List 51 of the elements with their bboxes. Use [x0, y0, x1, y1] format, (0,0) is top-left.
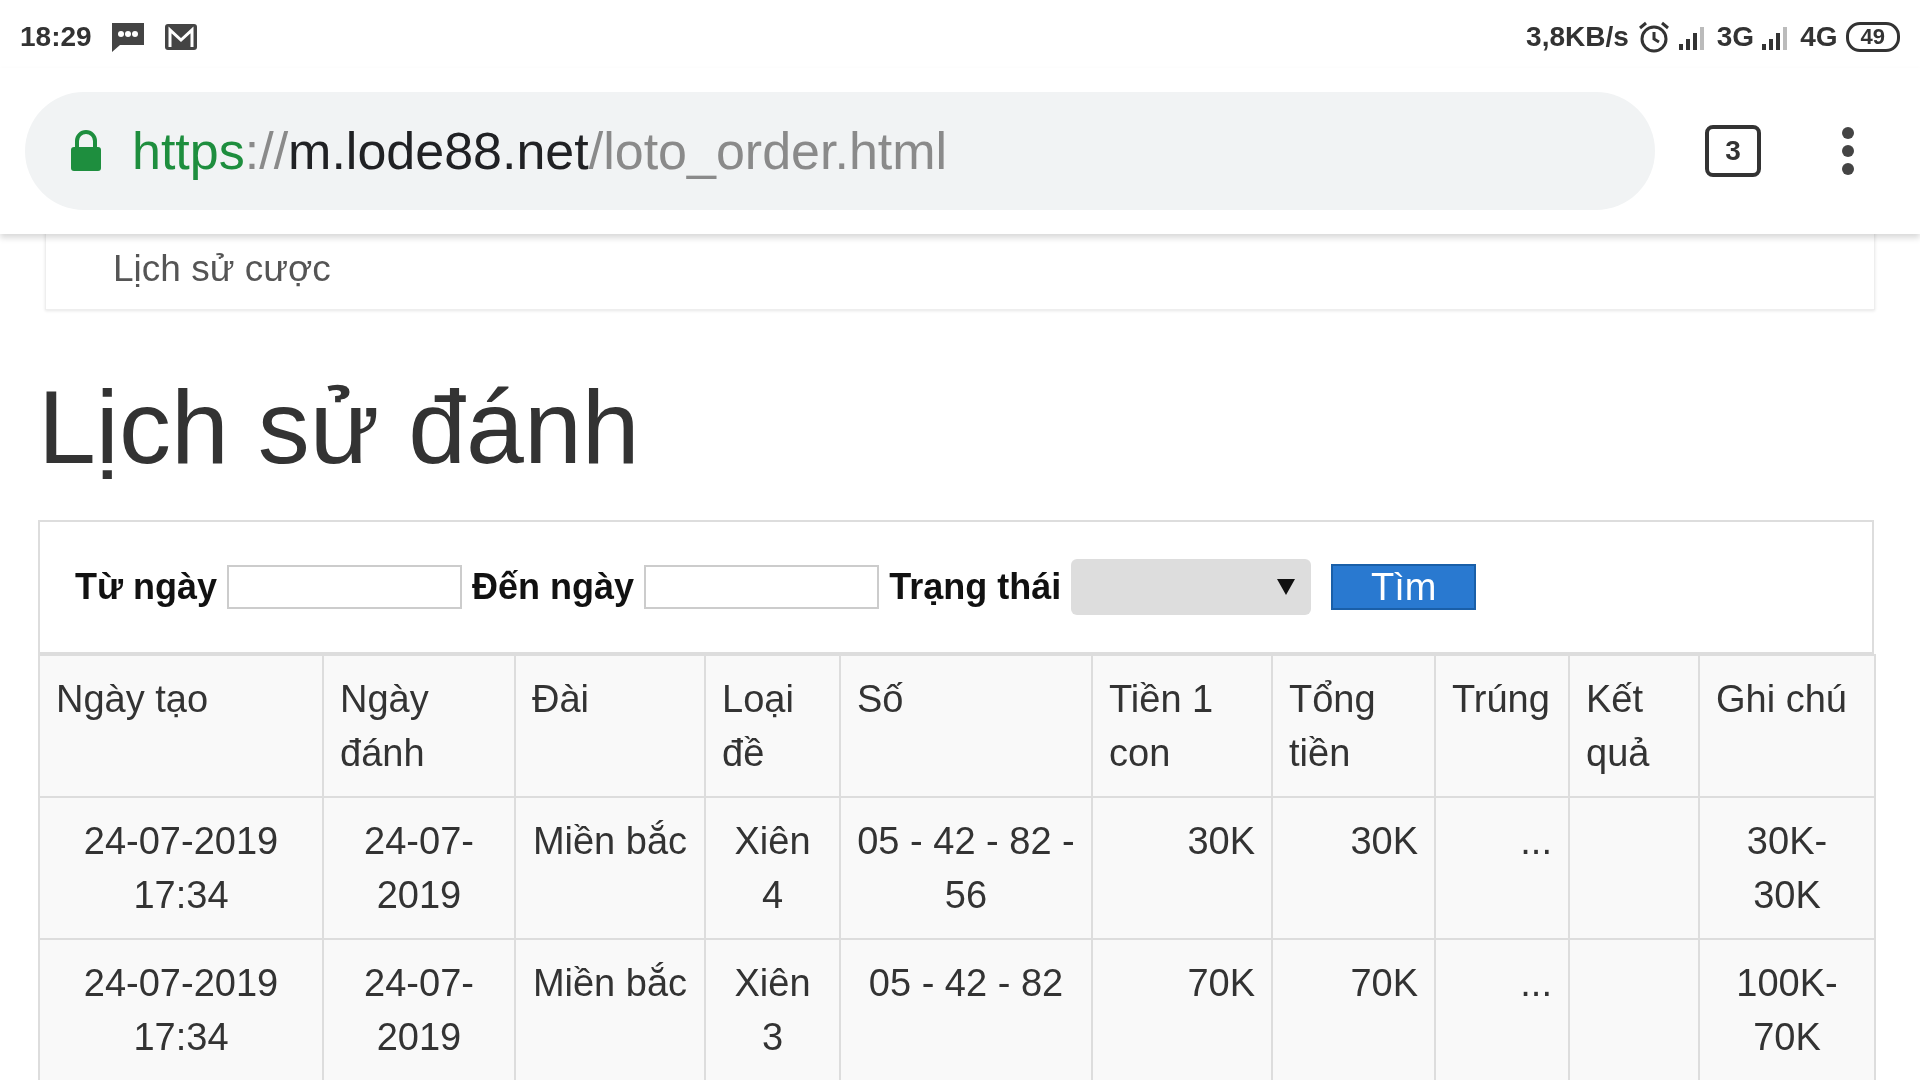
url-text: https://m.lode88.net/loto_order.html [132, 121, 948, 181]
alarm-icon [1636, 20, 1671, 54]
status-time: 18:29 [20, 21, 92, 53]
table-cell: 30K [1187, 819, 1255, 862]
table-cell: ... [1520, 819, 1552, 862]
tab-count-button[interactable]: 3 [1705, 125, 1761, 177]
table-cell: Xiên 3 [734, 961, 811, 1058]
table-cell: 70K [1350, 961, 1418, 1004]
column-header: Ghi chú [1699, 654, 1875, 797]
status-dropdown[interactable] [1071, 558, 1312, 615]
page-heading: Lịch sử đánh [38, 368, 641, 487]
table-cell: Miền bắc [532, 819, 688, 862]
field-label: Đến ngày [472, 565, 635, 608]
table-cell: 24-07-2019 [364, 961, 474, 1058]
column-header: Ngày tạo [40, 654, 323, 797]
column-header: Ngày đánh [323, 654, 515, 797]
chat-icon [109, 21, 146, 53]
battery-indicator: 49 [1845, 22, 1900, 52]
address-bar[interactable]: https://m.lode88.net/loto_order.html [25, 92, 1655, 210]
network-type: 4G [1800, 21, 1838, 53]
column-header: Tiền 1 con [1092, 654, 1272, 797]
table-cell: 24-07-2019 17:34 [83, 961, 279, 1058]
column-header: Loại đề [705, 654, 840, 797]
table-cell: Xiên 4 [734, 819, 811, 916]
table-cell: 30K-30K [1746, 819, 1828, 916]
column-header: Số [840, 654, 1092, 797]
to-date-field[interactable] [644, 564, 880, 609]
table-cell: 30K [1350, 819, 1418, 862]
from-date-field[interactable] [227, 564, 463, 609]
menu-icon[interactable] [1841, 126, 1855, 176]
mail-icon [163, 23, 198, 51]
table-cell: 05 - 42 - 82 [868, 961, 1064, 1004]
network-type: 3G [1716, 21, 1755, 53]
search-button[interactable]: Tìm [1331, 563, 1477, 610]
dropdown-arrow-icon [1277, 578, 1296, 595]
column-header: Trúng [1435, 654, 1569, 797]
table-cell: 100K-70K [1736, 961, 1838, 1058]
table-cell: 24-07-2019 [364, 819, 474, 916]
column-header: Đài [515, 654, 705, 797]
table-cell: 70K [1187, 961, 1255, 1004]
network-speed: 3,8KB/s [1526, 21, 1629, 53]
table-cell: ... [1520, 961, 1552, 1004]
breadcrumb-text[interactable]: Lịch sử cược [113, 248, 331, 290]
table-cell: 24-07-2019 17:34 [83, 819, 279, 916]
field-label: Trạng thái [889, 565, 1062, 608]
column-header: Kết quả [1569, 654, 1699, 797]
lock-icon [70, 130, 102, 172]
field-label: Từ ngày [75, 565, 218, 608]
table-cell: Miền bắc [532, 961, 688, 1004]
column-header: Tổng tiền [1272, 654, 1435, 797]
table-cell: 05 - 42 - 82 - 56 [857, 819, 1075, 916]
